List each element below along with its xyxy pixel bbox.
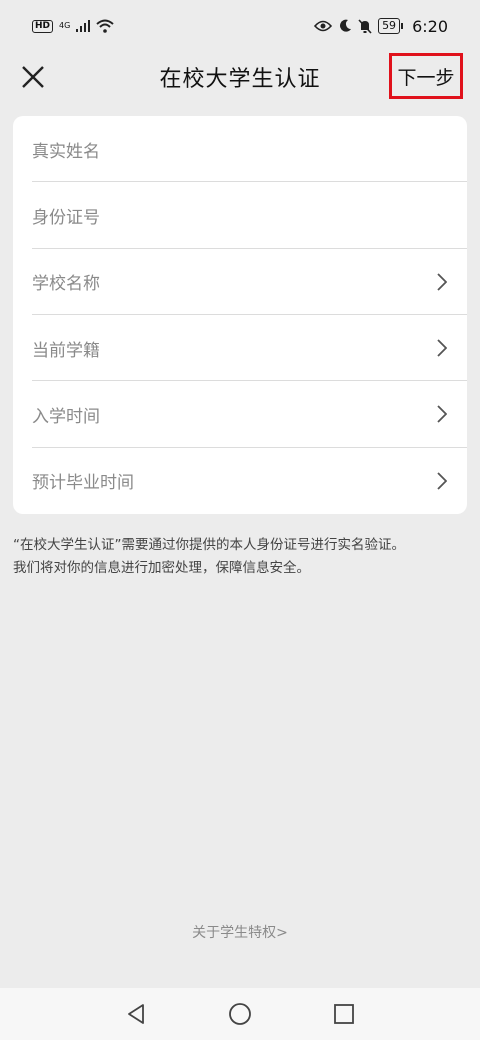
page-title: 在校大学生认证 bbox=[159, 67, 321, 92]
field-id-number[interactable]: 身份证号 bbox=[13, 182, 467, 249]
wifi-icon bbox=[96, 19, 114, 33]
chevron-right-icon bbox=[437, 472, 447, 490]
hd-icon: HD bbox=[32, 19, 54, 33]
verification-form: 真实姓名 身份证号 学校名称 当前学籍 入学时间 预计毕业时间 bbox=[13, 116, 467, 514]
field-label: 入学时间 bbox=[32, 406, 100, 427]
field-label: 预计毕业时间 bbox=[32, 473, 134, 494]
home-circle-icon[interactable] bbox=[228, 1002, 252, 1026]
system-nav-bar bbox=[0, 988, 480, 1040]
network-label: 4G bbox=[59, 21, 71, 30]
clock: 6:20 bbox=[412, 16, 448, 36]
moon-icon bbox=[340, 19, 352, 32]
bell-off-icon bbox=[358, 18, 372, 34]
status-bar: HD 4G 59 6:20 bbox=[0, 0, 480, 52]
field-enrollment-date[interactable]: 入学时间 bbox=[13, 381, 467, 448]
notice-line: “在校大学生认证”需要通过你提供的本人身份证号进行实名验证。 bbox=[13, 537, 405, 553]
student-privilege-link[interactable]: 关于学生特权> bbox=[0, 922, 480, 942]
battery-indicator: 59 bbox=[378, 18, 404, 34]
privacy-notice: “在校大学生认证”需要通过你提供的本人身份证号进行实名验证。 我们将对你的信息进… bbox=[13, 534, 473, 580]
field-graduation-date[interactable]: 预计毕业时间 bbox=[13, 448, 467, 514]
field-current-status[interactable]: 当前学籍 bbox=[13, 315, 467, 382]
chevron-right-icon bbox=[437, 339, 447, 357]
signal-icon bbox=[76, 20, 91, 32]
field-label: 学校名称 bbox=[32, 274, 100, 295]
chevron-right-icon bbox=[437, 405, 447, 423]
field-label: 身份证号 bbox=[32, 207, 100, 228]
field-label: 当前学籍 bbox=[32, 340, 100, 361]
field-real-name[interactable]: 真实姓名 bbox=[13, 116, 467, 183]
status-left: HD 4G bbox=[32, 19, 114, 33]
close-icon[interactable] bbox=[20, 64, 46, 90]
back-triangle-icon[interactable] bbox=[124, 1002, 148, 1026]
recents-square-icon[interactable] bbox=[332, 1002, 356, 1026]
eye-icon bbox=[314, 20, 333, 32]
notice-line: 我们将对你的信息进行加密处理，保障信息安全。 bbox=[13, 560, 310, 576]
status-right: 59 6:20 bbox=[314, 17, 448, 36]
field-label: 真实姓名 bbox=[32, 141, 100, 162]
top-bar: 在校大学生认证 下一步 bbox=[0, 52, 480, 102]
field-school-name[interactable]: 学校名称 bbox=[13, 249, 467, 316]
chevron-right-icon bbox=[437, 273, 447, 291]
next-step-button[interactable]: 下一步 bbox=[389, 53, 463, 99]
network-type: 4G bbox=[59, 22, 70, 30]
